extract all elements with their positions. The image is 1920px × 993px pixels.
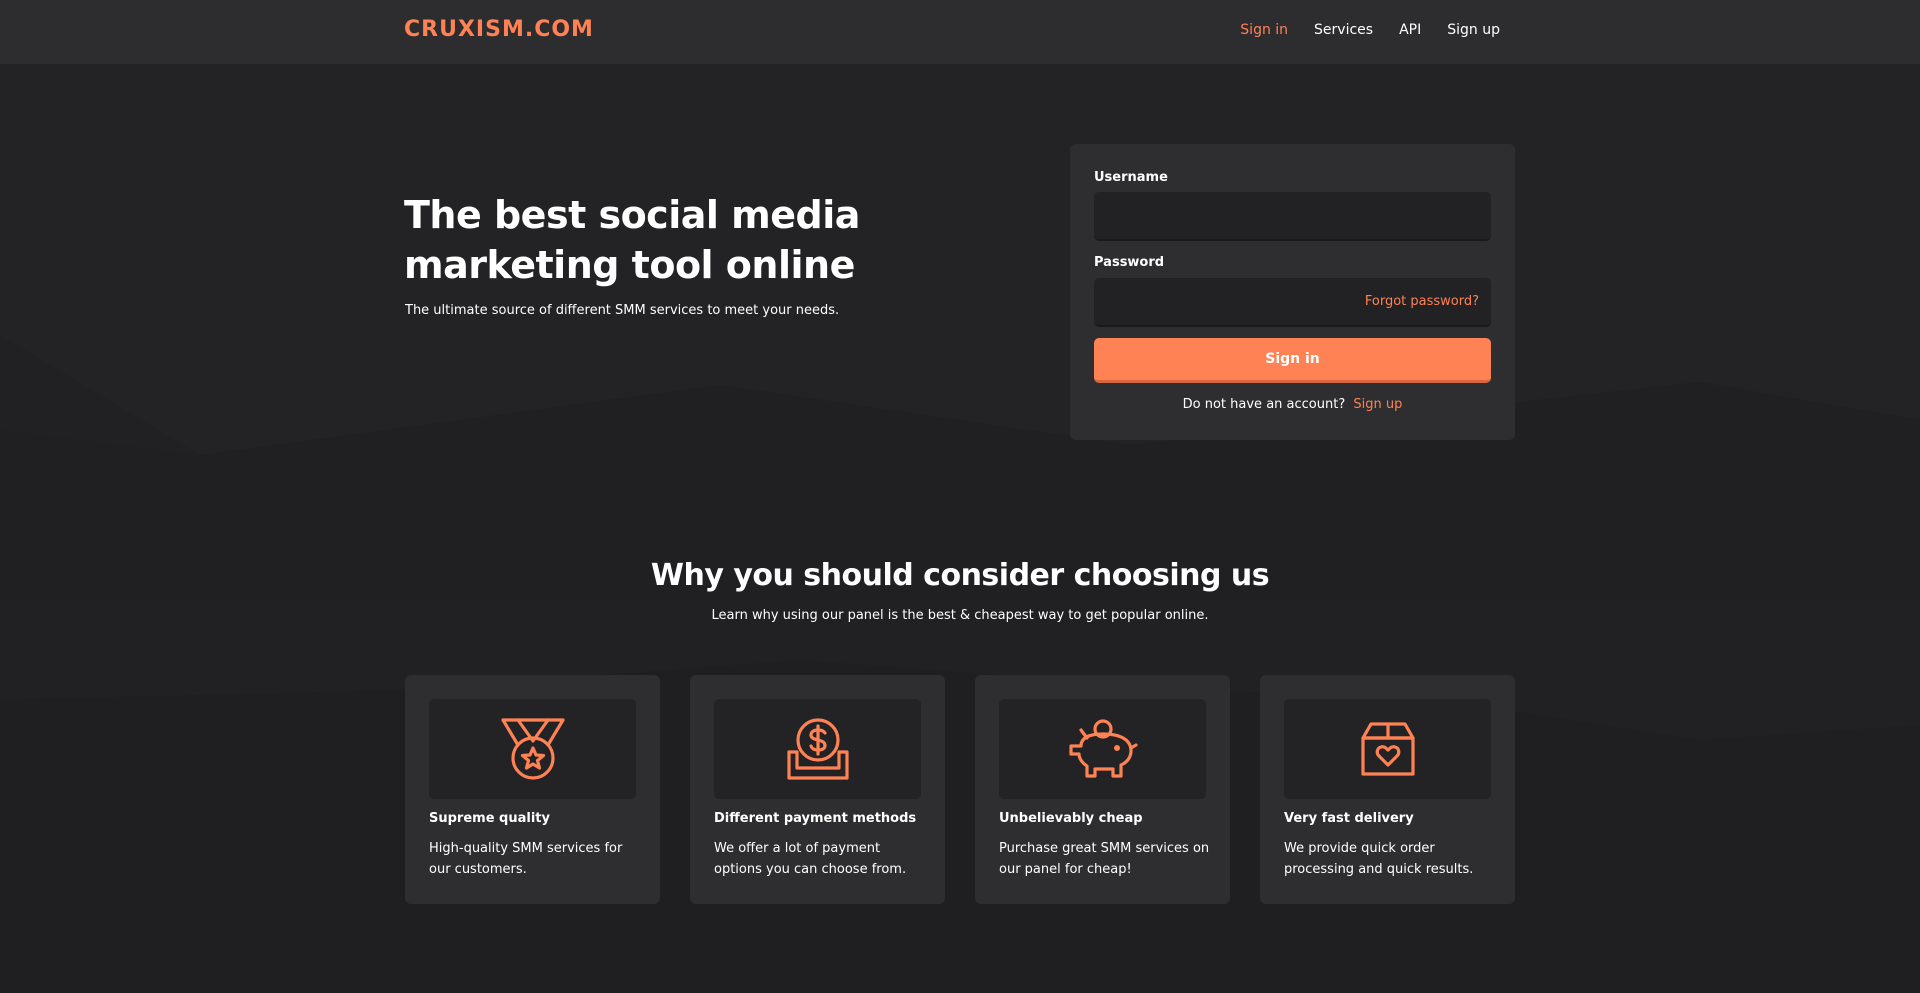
login-card: Username Password Forgot password? Sign … <box>1070 144 1515 440</box>
feature-title: Different payment methods <box>714 811 917 826</box>
nav-services-link[interactable]: Services <box>1314 22 1373 38</box>
feature-title: Unbelievably cheap <box>999 811 1143 826</box>
signin-button[interactable]: Sign in <box>1094 338 1491 383</box>
username-label: Username <box>1094 170 1168 185</box>
feature-card-payment: Different payment methods We offer a lot… <box>690 675 945 904</box>
feature-description: We provide quick order processing and qu… <box>1284 841 1474 877</box>
medal-icon <box>500 718 565 780</box>
nav-signin-link[interactable]: Sign in <box>1240 22 1288 38</box>
piggy-bank-icon <box>1068 719 1138 778</box>
feature-description: We offer a lot of payment options you ca… <box>714 841 907 877</box>
forgot-password-link[interactable]: Forgot password? <box>1365 294 1479 309</box>
hero-title: The best social media marketing tool onl… <box>404 193 860 287</box>
feature-icon-box <box>429 699 636 799</box>
nav-signup-link[interactable]: Sign up <box>1447 22 1500 38</box>
why-title: Why you should consider choosing us <box>650 558 1270 593</box>
no-account-text: Do not have an account? <box>1182 397 1346 412</box>
signup-prompt: Do not have an account? Sign up <box>1070 397 1515 412</box>
top-navbar: CRUXISM.COM Sign in Services API Sign up <box>0 0 1920 64</box>
feature-icon-box <box>999 699 1206 799</box>
feature-card-cheap: Unbelievably cheap Purchase great SMM se… <box>975 675 1230 904</box>
feature-icon-box <box>714 699 921 799</box>
feature-description: High-quality SMM services for our custom… <box>429 841 623 877</box>
nav-links: Sign in Services API Sign up <box>1240 22 1500 38</box>
hero-subtitle: The ultimate source of different SMM ser… <box>405 303 840 318</box>
username-input[interactable] <box>1094 192 1491 241</box>
feature-description: Purchase great SMM services on our panel… <box>999 841 1210 877</box>
dollar-coin-icon <box>786 718 849 780</box>
why-subtitle: Learn why using our panel is the best & … <box>711 608 1209 623</box>
brand-logo[interactable]: CRUXISM.COM <box>404 17 594 42</box>
feature-card-delivery: Very fast delivery We provide quick orde… <box>1260 675 1515 904</box>
feature-title: Very fast delivery <box>1284 811 1414 826</box>
background-waves <box>0 335 1920 993</box>
password-label: Password <box>1094 255 1165 270</box>
feature-icon-box <box>1284 699 1491 799</box>
heart-box-icon <box>1360 722 1415 776</box>
feature-card-quality: Supreme quality High-quality SMM service… <box>405 675 660 904</box>
page: CRUXISM.COM Sign in Services API Sign up… <box>0 0 1920 993</box>
nav-api-link[interactable]: API <box>1399 22 1421 38</box>
signup-link[interactable]: Sign up <box>1353 397 1402 412</box>
feature-title: Supreme quality <box>429 811 550 826</box>
